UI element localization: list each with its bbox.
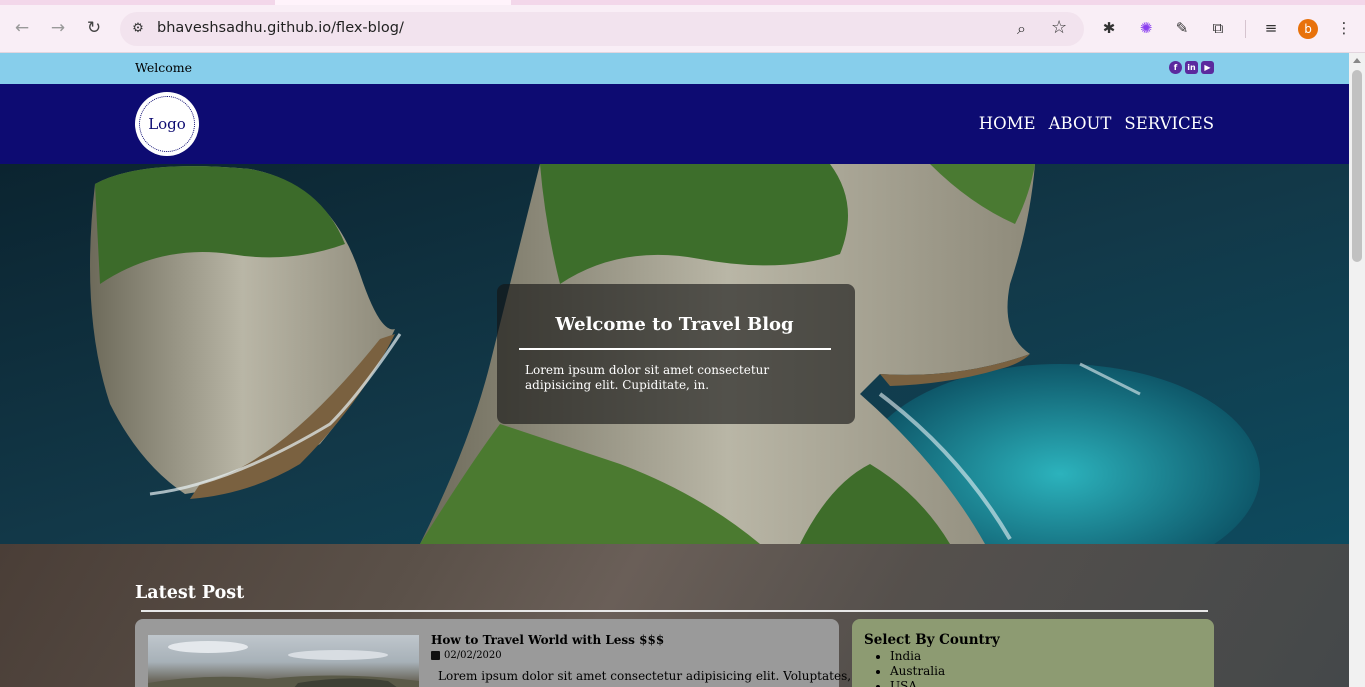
country-item-india[interactable]: India: [890, 649, 945, 664]
post-date: 02/02/2020: [431, 650, 502, 661]
linkedin-icon[interactable]: in: [1185, 61, 1198, 74]
facebook-icon[interactable]: f: [1169, 61, 1182, 74]
reload-icon[interactable]: ↻: [82, 16, 106, 40]
scrollbar-thumb[interactable]: [1352, 70, 1362, 262]
bug-extension-icon[interactable]: ✱: [1098, 17, 1120, 39]
tab-strip: [0, 0, 1365, 5]
section-divider: [141, 610, 1208, 612]
social-links: f in ▶: [1169, 61, 1214, 74]
site-header: Logo HOME ABOUT SERVICES: [0, 84, 1349, 164]
post-card[interactable]: How to Travel World with Less $$$ 02/02/…: [135, 619, 851, 687]
page-viewport: Welcome f in ▶ Logo HOME ABOUT SERVICES: [0, 53, 1349, 687]
post-thumbnail[interactable]: [148, 635, 419, 687]
url-text[interactable]: bhaveshsadhu.github.io/flex-blog/: [157, 20, 404, 36]
site-logo[interactable]: Logo: [135, 92, 199, 156]
calendar-icon: [431, 651, 440, 660]
extensions-puzzle-icon[interactable]: ⧉: [1207, 17, 1229, 39]
post-excerpt: Lorem ipsum dolor sit amet consectetur a…: [438, 669, 852, 683]
post-title[interactable]: How to Travel World with Less $$$: [431, 633, 664, 647]
top-bar: Welcome f in ▶: [0, 53, 1349, 84]
nav-about[interactable]: ABOUT: [1049, 114, 1112, 133]
welcome-text: Welcome: [135, 60, 193, 75]
hero-caption-box: Welcome to Travel Blog Lorem ipsum dolor…: [497, 284, 855, 424]
gear-extension-icon[interactable]: ✺: [1135, 17, 1157, 39]
logo-text: Logo: [139, 96, 195, 152]
youtube-icon[interactable]: ▶: [1201, 61, 1214, 74]
media-controls-icon[interactable]: ≡: [1260, 17, 1282, 39]
latest-post-section: Latest Post How to Travel World with Les…: [0, 544, 1349, 687]
site-info-icon[interactable]: ⚙: [129, 20, 147, 38]
hero-title: Welcome to Travel Blog: [555, 314, 794, 335]
country-filter-heading: Select By Country: [864, 632, 1000, 648]
active-tab[interactable]: [275, 0, 511, 5]
scroll-up-arrow-icon[interactable]: [1353, 58, 1361, 63]
toolbar-divider: [1245, 20, 1246, 38]
nav-services[interactable]: SERVICES: [1124, 114, 1214, 133]
kebab-menu-icon[interactable]: ⋮: [1333, 17, 1355, 39]
hero-banner: Welcome to Travel Blog Lorem ipsum dolor…: [0, 164, 1349, 544]
main-nav: HOME ABOUT SERVICES: [979, 114, 1214, 133]
hero-text: Lorem ipsum dolor sit amet consectetur a…: [525, 363, 770, 392]
country-item-australia[interactable]: Australia: [890, 664, 945, 679]
post-date-text: 02/02/2020: [444, 650, 502, 661]
country-list: India Australia USA: [890, 649, 945, 687]
eyedropper-icon[interactable]: ✎: [1171, 17, 1193, 39]
hero-divider: [519, 348, 831, 350]
country-filter-box: Select By Country India Australia USA: [852, 619, 1214, 687]
latest-post-heading: Latest Post: [135, 583, 245, 603]
profile-avatar[interactable]: b: [1298, 19, 1318, 39]
zoom-icon[interactable]: ⌕: [1017, 19, 1026, 39]
address-bar[interactable]: ⚙ bhaveshsadhu.github.io/flex-blog/ ⌕ ☆: [120, 12, 1084, 46]
nav-home[interactable]: HOME: [979, 114, 1036, 133]
bookmark-star-icon[interactable]: ☆: [1051, 17, 1067, 38]
page-scrollbar[interactable]: [1349, 53, 1365, 687]
country-item-usa[interactable]: USA: [890, 679, 945, 687]
forward-icon[interactable]: →: [46, 16, 70, 40]
back-icon[interactable]: ←: [10, 16, 34, 40]
browser-toolbar: ← → ↻ ⚙ bhaveshsadhu.github.io/flex-blog…: [0, 0, 1365, 53]
